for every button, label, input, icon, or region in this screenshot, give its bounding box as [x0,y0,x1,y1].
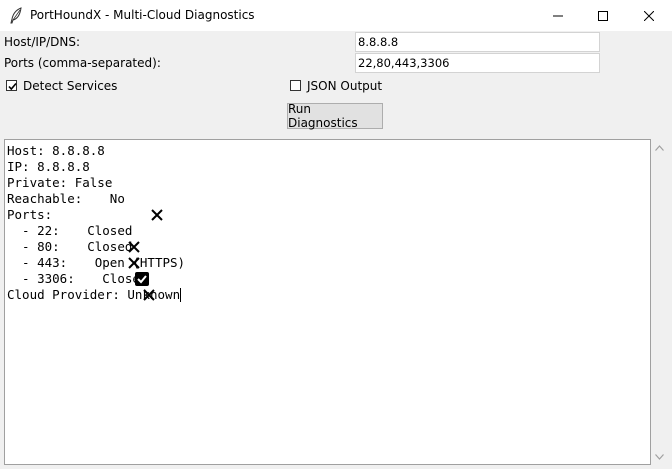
output-private-line: Private: False [7,175,113,190]
reachable-prefix: Reachable: [7,191,90,206]
text-caret [180,288,182,302]
scroll-down-button[interactable] [651,448,668,465]
chevron-up-icon [655,144,664,151]
port-prefix: - 443: [7,255,75,270]
output-text-area[interactable]: Host: 8.8.8.8 IP: 8.8.8.8 Private: False… [4,139,651,465]
close-icon [644,10,654,21]
output-ip-line: IP: 8.8.8.8 [7,159,90,174]
ports-input[interactable]: 22,80,443,3306 [355,53,600,73]
checkmark-icon [8,82,17,91]
detect-services-label: Detect Services [23,79,118,93]
detect-services-checkbox[interactable] [6,80,17,91]
cross-icon [67,224,141,253]
cross-icon [67,240,141,269]
app-window: PortHoundX - Multi-Cloud Diagnostics Hos… [0,0,672,469]
maximize-button[interactable] [580,0,626,31]
title-bar: PortHoundX - Multi-Cloud Diagnostics [0,0,672,31]
chevron-down-icon [655,453,664,460]
port-prefix: - 22: [7,223,68,238]
check-box-icon [75,256,149,286]
ports-label: Ports (comma-separated): [4,56,161,70]
host-input[interactable]: 8.8.8.8 [355,32,600,52]
maximize-icon [598,10,608,21]
reachable-value: No [109,191,125,206]
output-host-line: Host: 8.8.8.8 [7,143,105,158]
output-scrollbar[interactable] [651,139,668,465]
cross-icon [82,272,156,301]
run-diagnostics-button[interactable]: Run Diagnostics [287,102,383,130]
port-prefix: - 80: [7,239,68,254]
scroll-up-button[interactable] [651,139,668,156]
feather-icon [9,7,23,24]
close-button[interactable] [626,0,672,31]
minimize-button[interactable] [535,0,581,31]
json-output-checkbox[interactable] [290,80,301,91]
cross-icon [90,192,163,221]
minimize-icon [553,15,563,16]
host-label: Host/IP/DNS: [4,35,81,49]
output-reachable-line: Reachable: No [7,191,648,221]
window-title: PortHoundX - Multi-Cloud Diagnostics [30,8,255,22]
json-output-label: JSON Output [307,79,383,93]
